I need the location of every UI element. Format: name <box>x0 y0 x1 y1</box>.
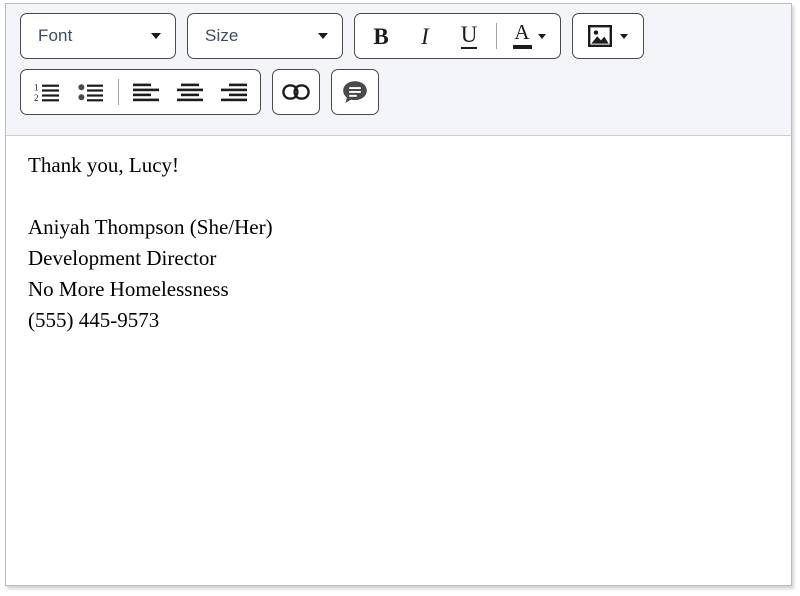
body-line: Development Director <box>28 246 217 270</box>
body-line: Thank you, Lucy! <box>28 153 180 177</box>
underline-label: U <box>460 22 478 49</box>
bulleted-list-button[interactable] <box>69 72 113 112</box>
chevron-down-icon <box>537 33 546 39</box>
body-line: Aniyah Thompson (She/Her) <box>28 215 273 239</box>
text-color-button[interactable]: A <box>502 16 556 56</box>
rich-text-editor-window: Font Size B I U A 1 2 Thank you, Lucy! A… <box>5 3 792 586</box>
body-line: No More Homelessness <box>28 277 229 301</box>
comment-button[interactable] <box>331 69 379 115</box>
chevron-down-icon <box>318 33 328 39</box>
toolbar-divider <box>118 79 119 105</box>
body-line: (555) 445-9573 <box>28 308 160 332</box>
align-center-button[interactable] <box>168 72 212 112</box>
size-dropdown[interactable]: Size <box>187 13 343 59</box>
toolbar-row-2: 1 2 <box>20 69 791 115</box>
align-right-icon <box>221 83 247 102</box>
numbered-list-icon: 1 2 <box>34 82 60 102</box>
italic-button[interactable]: I <box>403 16 447 56</box>
font-dropdown[interactable]: Font <box>20 13 176 59</box>
comment-bubble-icon <box>342 80 368 104</box>
bold-button[interactable]: B <box>359 16 403 56</box>
svg-text:2: 2 <box>34 93 39 102</box>
align-left-button[interactable] <box>124 72 168 112</box>
insert-link-button[interactable] <box>272 69 320 115</box>
bulleted-list-icon <box>78 82 104 102</box>
chevron-down-icon <box>620 33 628 39</box>
text-color-swatch <box>512 44 532 49</box>
body-line-blank <box>28 181 769 212</box>
align-center-icon <box>177 83 203 102</box>
chevron-down-icon <box>151 33 161 39</box>
insert-image-button[interactable] <box>572 13 644 59</box>
font-dropdown-label: Font <box>38 26 73 45</box>
image-icon <box>588 25 612 47</box>
size-dropdown-label: Size <box>205 26 239 45</box>
message-body-editable[interactable]: Thank you, Lucy! Aniyah Thompson (She/He… <box>6 136 791 585</box>
text-color-letter: A <box>514 20 530 45</box>
text-style-group: B I U A <box>354 13 561 59</box>
editor-toolbar: Font Size B I U A 1 2 <box>6 4 791 136</box>
underline-button[interactable]: U <box>447 16 491 56</box>
link-icon <box>282 84 310 100</box>
toolbar-divider <box>496 23 497 49</box>
svg-text:1: 1 <box>34 83 39 93</box>
numbered-list-button[interactable]: 1 2 <box>25 72 69 112</box>
align-right-button[interactable] <box>212 72 256 112</box>
italic-label: I <box>421 23 429 49</box>
align-left-icon <box>133 83 159 102</box>
bold-label: B <box>373 23 389 49</box>
list-and-align-group: 1 2 <box>20 69 261 115</box>
toolbar-row-1: Font Size B I U A <box>20 13 791 59</box>
text-color-icon: A <box>512 20 532 49</box>
